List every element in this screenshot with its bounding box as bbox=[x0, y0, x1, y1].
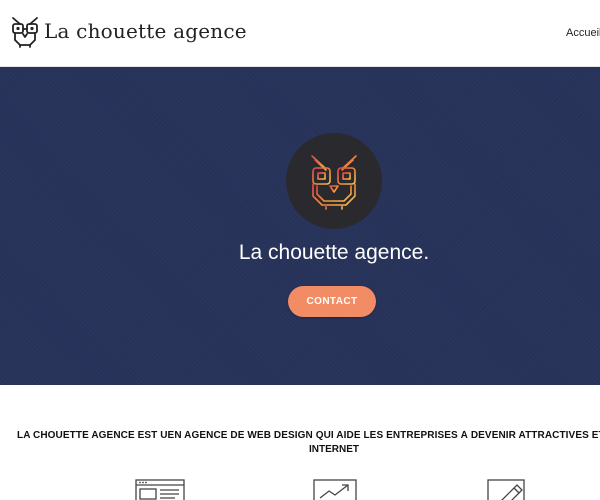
browser-window-icon bbox=[135, 479, 185, 500]
contact-button[interactable]: CONTACT bbox=[288, 286, 376, 317]
site-header: La chouette agence Accueil bbox=[0, 0, 600, 67]
hero-owl-badge bbox=[286, 133, 382, 229]
brand-link[interactable]: La chouette agence bbox=[10, 14, 247, 48]
growth-chart-icon bbox=[313, 479, 357, 500]
owl-logo-icon bbox=[12, 17, 38, 48]
hero-banner: La chouette agence. CONTACT bbox=[0, 67, 600, 385]
intro-section: LA CHOUETTE AGENCE EST UEN AGENCE DE WEB… bbox=[0, 430, 600, 470]
feature-growth bbox=[311, 476, 361, 500]
brand-name: La chouette agence bbox=[44, 19, 247, 43]
pencil-icon bbox=[487, 479, 525, 500]
nav-item-accueil[interactable]: Accueil bbox=[566, 27, 600, 39]
intro-text-line-1: LA CHOUETTE AGENCE EST UEN AGENCE DE WEB… bbox=[17, 430, 600, 441]
hero-texture bbox=[0, 67, 600, 385]
feature-web-design bbox=[135, 476, 185, 500]
owl-icon bbox=[311, 155, 357, 210]
features-row bbox=[0, 476, 600, 500]
feature-design bbox=[484, 476, 534, 500]
intro-text-line-2: INTERNET bbox=[309, 444, 359, 455]
hero-title: La chouette agence. bbox=[238, 241, 430, 264]
